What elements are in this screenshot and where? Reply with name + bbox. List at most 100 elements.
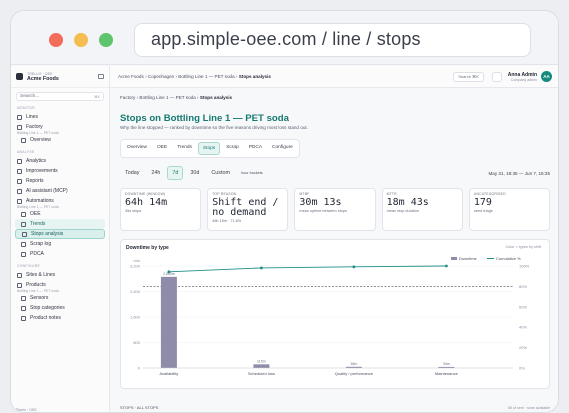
legend-cumulative: Cumulative % — [496, 256, 521, 261]
kpi-value: 18m 43s — [386, 197, 429, 208]
section-analyse: ANALYSE — [17, 150, 35, 154]
bar-value-label: 38m — [350, 362, 357, 366]
browser-chrome: app.simple-oee.com / line / stops — [11, 11, 558, 65]
sites-icon — [17, 272, 22, 278]
kpi-value: 64h 14m — [125, 197, 168, 208]
tab-trends[interactable]: Trends — [173, 142, 196, 155]
sidebar-item-label: Stops analysis — [31, 231, 64, 237]
sidebar-item-label: Analytics — [26, 158, 47, 164]
sidebar-item-label: Trends — [30, 221, 46, 227]
sidebar-collapse-icon[interactable] — [98, 74, 104, 79]
tag-icon — [21, 305, 26, 311]
sidebar-item-improvements[interactable]: Improvements — [11, 166, 109, 176]
sidebar-item-trends[interactable]: Trends — [15, 219, 105, 229]
sidebar-item-stops-analysis[interactable]: Stops analysis — [15, 229, 105, 239]
brand: TRELLIS · OEE Acme Foods — [11, 66, 109, 88]
kpi-sub: need triage — [473, 209, 493, 213]
breadcrumb-line[interactable]: Bottling Line 1 — PET soda — [178, 74, 234, 79]
kpi-value: 30m 13s — [299, 197, 342, 208]
kpi-label: MTTR — [386, 192, 397, 196]
improvements-icon — [17, 168, 22, 174]
downtime-chart: 0 800 1,600 2,400 3,200 0% 20% 40% 60% 80% 100% min… — [130, 256, 530, 376]
sidebar-item-analytics[interactable]: Analytics — [11, 156, 109, 166]
legend-swatch-downtime — [451, 257, 457, 260]
avatar[interactable]: AA — [541, 71, 552, 82]
range-dates[interactable]: May 31, 18:35 — Jun 7, 18:35 — [488, 171, 550, 176]
bar-value-label: 34m — [443, 362, 450, 366]
y2-tick-label: 40% — [519, 325, 527, 330]
analytics-icon — [17, 158, 22, 164]
scrap-icon — [21, 241, 26, 247]
sidebar-item-pdca[interactable]: PDCA — [11, 249, 109, 259]
sidebar-item-sites-lines[interactable]: Sites & Lines — [11, 270, 109, 280]
chart-color-control[interactable]: Color = types by shift — [505, 245, 541, 249]
sidebar-item-ai-assistant[interactable]: AI assistant (MCP) — [11, 186, 109, 196]
cumulative-line — [168, 265, 447, 273]
minimize-window-button[interactable] — [74, 33, 88, 47]
page-crumb-line[interactable]: Bottling Line 1 — PET soda — [139, 95, 195, 100]
tab-configure[interactable]: Configure — [268, 142, 297, 155]
sidebar-item-overview[interactable]: Overview — [11, 135, 109, 145]
address-bar[interactable]: app.simple-oee.com / line / stops — [134, 23, 531, 57]
sensor-icon — [21, 295, 26, 301]
tab-pdca[interactable]: PDCA — [245, 142, 266, 155]
y2-tick-label: 100% — [519, 264, 530, 269]
main: Acme Foods › Copenhagen › Bottling Line … — [110, 66, 558, 412]
y-tick-label: 800 — [133, 340, 140, 345]
range-row: Today 24h 7d 30d Custom hour buckets May 31,… — [120, 166, 550, 180]
kpi-sub: 35s stops — [125, 209, 142, 213]
x-tick-label: Quality / performance — [335, 371, 374, 376]
cumulative-point — [445, 264, 448, 268]
breadcrumb-root[interactable]: Acme Foods — [118, 74, 144, 79]
close-window-button[interactable] — [49, 33, 63, 47]
maximize-window-button[interactable] — [99, 33, 113, 47]
legend-downtime: Downtime — [459, 256, 478, 261]
sidebar-item-scrap-log[interactable]: Scrap log — [11, 239, 109, 249]
range-30d[interactable]: 30d — [185, 166, 204, 180]
sidebar-item-reports[interactable]: Reports — [11, 176, 109, 186]
tab-oee[interactable]: OEE — [153, 142, 171, 155]
notifications-icon[interactable] — [491, 71, 502, 82]
sidebar-item-sensors[interactable]: Sensors — [11, 293, 109, 303]
sidebar-item-lines[interactable]: Lines — [11, 112, 109, 122]
kpi-label: MTBF — [299, 192, 310, 196]
tab-overview[interactable]: Overview — [123, 142, 151, 155]
top-search-button[interactable]: Search ⌘K — [453, 71, 484, 82]
sidebar-search-input[interactable]: Search... ⌘K — [16, 92, 104, 101]
sidebar-item-label: Stop categories — [30, 305, 65, 311]
content: Factory › Bottling Line 1 — PET soda › S… — [110, 95, 558, 389]
kpi-label: DOWNTIME (WINDOW) — [125, 192, 166, 196]
sidebar-item-product-notes[interactable]: Product notes — [11, 313, 109, 323]
y2-tick-label: 60% — [519, 304, 527, 309]
range-7d[interactable]: 7d — [167, 166, 184, 180]
trends-icon — [21, 221, 26, 227]
bar — [253, 364, 270, 368]
kpi-card: MTTR 18m 43s mean stop duration — [381, 188, 463, 231]
y-tick-label: 3,200 — [130, 264, 141, 269]
sidebar-footer: Plants · OEE — [16, 408, 37, 412]
lines-icon — [17, 114, 22, 120]
search-placeholder: Search... — [20, 94, 40, 99]
user-name: Anna Admin — [507, 71, 537, 78]
page-crumb-factory[interactable]: Factory — [120, 95, 135, 100]
user-menu[interactable]: Anna Admin Company admin — [508, 72, 537, 82]
range-24h[interactable]: 24h — [146, 166, 165, 180]
top-search-label: Search — [458, 74, 471, 79]
sidebar-item-label: Scrap log — [30, 241, 52, 247]
sidebar-item-label: Automations — [26, 198, 54, 204]
downtime-chart-card: Downtime by type Color = types by shift … — [120, 239, 550, 389]
kpi-sub: 46h 15m · 71.6% — [212, 219, 242, 223]
sidebar-item-stop-categories[interactable]: Stop categories — [11, 303, 109, 313]
factory-icon — [17, 124, 22, 130]
breadcrumb-current: Stops analysis — [238, 74, 271, 79]
range-today[interactable]: Today — [120, 166, 144, 180]
kpi-sub: mean uptime between stops — [299, 209, 347, 213]
cumulative-point — [260, 266, 263, 270]
sidebar-item-oee[interactable]: OEE — [11, 209, 109, 219]
stops-table-header: STOPS · ALL STOPS — [120, 405, 159, 410]
tab-scrap[interactable]: Scrap — [222, 142, 243, 155]
tab-stops[interactable]: Stops — [197, 142, 221, 155]
range-custom[interactable]: Custom — [206, 166, 235, 180]
breadcrumb-site[interactable]: Copenhagen — [148, 74, 174, 79]
y-tick-label: 0 — [138, 366, 141, 371]
